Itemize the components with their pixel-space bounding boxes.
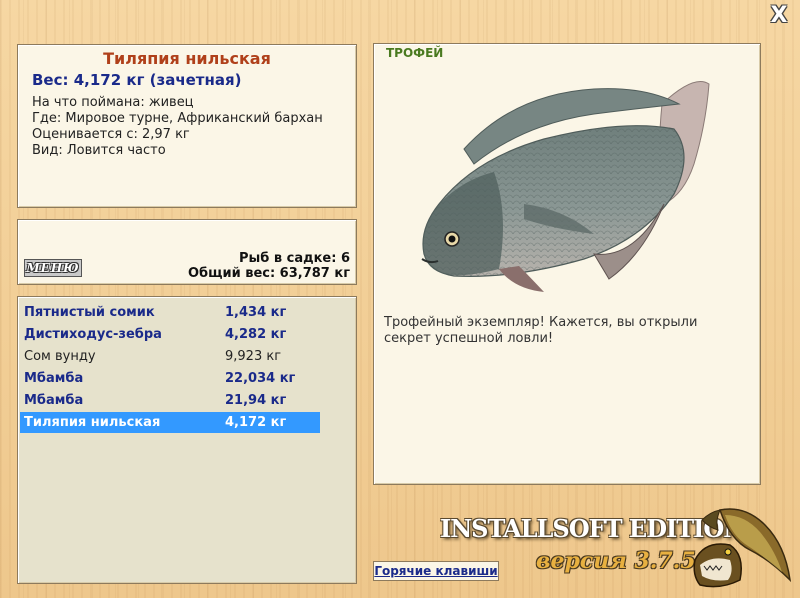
list-item[interactable]: Мбамба 21,94 кг	[20, 390, 320, 411]
catch-list: Пятнистый сомик 1,434 кг Дистиходус-зебр…	[17, 296, 357, 584]
fish-info-panel: Тиляпия нильская Вес: 4,172 кг (зачетная…	[17, 44, 357, 208]
hotkeys-button[interactable]: Горячие клавиши	[373, 561, 499, 581]
list-item[interactable]: Пятнистый сомик 1,434 кг	[20, 302, 320, 323]
menu-button[interactable]: МЕНЮ	[24, 259, 82, 277]
list-item-weight: 4,282 кг	[225, 327, 287, 342]
fish-value: Оценивается с: 2,97 кг	[32, 127, 190, 142]
list-item-name: Мбамба	[24, 393, 84, 408]
trophy-message: Трофейный экземпляр! Кажется, вы открыли…	[384, 315, 698, 346]
pike-logo-icon	[693, 508, 792, 588]
cage-panel: МЕНЮ Рыб в садке: 6 Общий вес: 63,787 кг	[17, 219, 357, 285]
list-item-name: Мбамба	[24, 371, 84, 386]
close-button[interactable]: X	[768, 5, 790, 28]
list-item-weight: 1,434 кг	[225, 305, 287, 320]
trophy-panel: ТРОФЕЙ Трофейный экземпляр! Кажется, вы …	[373, 43, 761, 485]
list-item[interactable]: Сом вунду 9,923 кг	[20, 346, 320, 367]
list-item-weight: 4,172 кг	[225, 415, 287, 430]
fish-image	[421, 81, 710, 292]
list-item-weight: 9,923 кг	[225, 349, 282, 364]
fish-title: Тиляпия нильская	[103, 49, 271, 68]
fish-weight: Вес: 4,172 кг (зачетная)	[32, 71, 242, 89]
list-item-weight: 21,94 кг	[225, 393, 287, 408]
list-item-name: Сом вунду	[24, 349, 96, 364]
list-item-selected[interactable]: Тиляпия нильская 4,172 кг	[20, 412, 320, 433]
fish-bait: На что поймана: живец	[32, 95, 194, 110]
cage-count: Рыб в садке: 6	[238, 251, 350, 266]
version-text: версия 3.7.5	[536, 548, 696, 574]
fish-frequency: Вид: Ловится часто	[32, 143, 166, 158]
list-item[interactable]: Дистиходус-зебра 4,282 кг	[20, 324, 320, 345]
list-item-weight: 22,034 кг	[225, 371, 296, 386]
list-item-name: Пятнистый сомик	[24, 305, 155, 320]
list-item-name: Дистиходус-зебра	[24, 327, 162, 342]
list-item-name: Тиляпия нильская	[24, 415, 161, 430]
cage-total-weight: Общий вес: 63,787 кг	[187, 266, 350, 281]
list-item[interactable]: Мбамба 22,034 кг	[20, 368, 320, 389]
fish-location: Где: Мировое турне, Африканский бархан	[32, 111, 323, 126]
